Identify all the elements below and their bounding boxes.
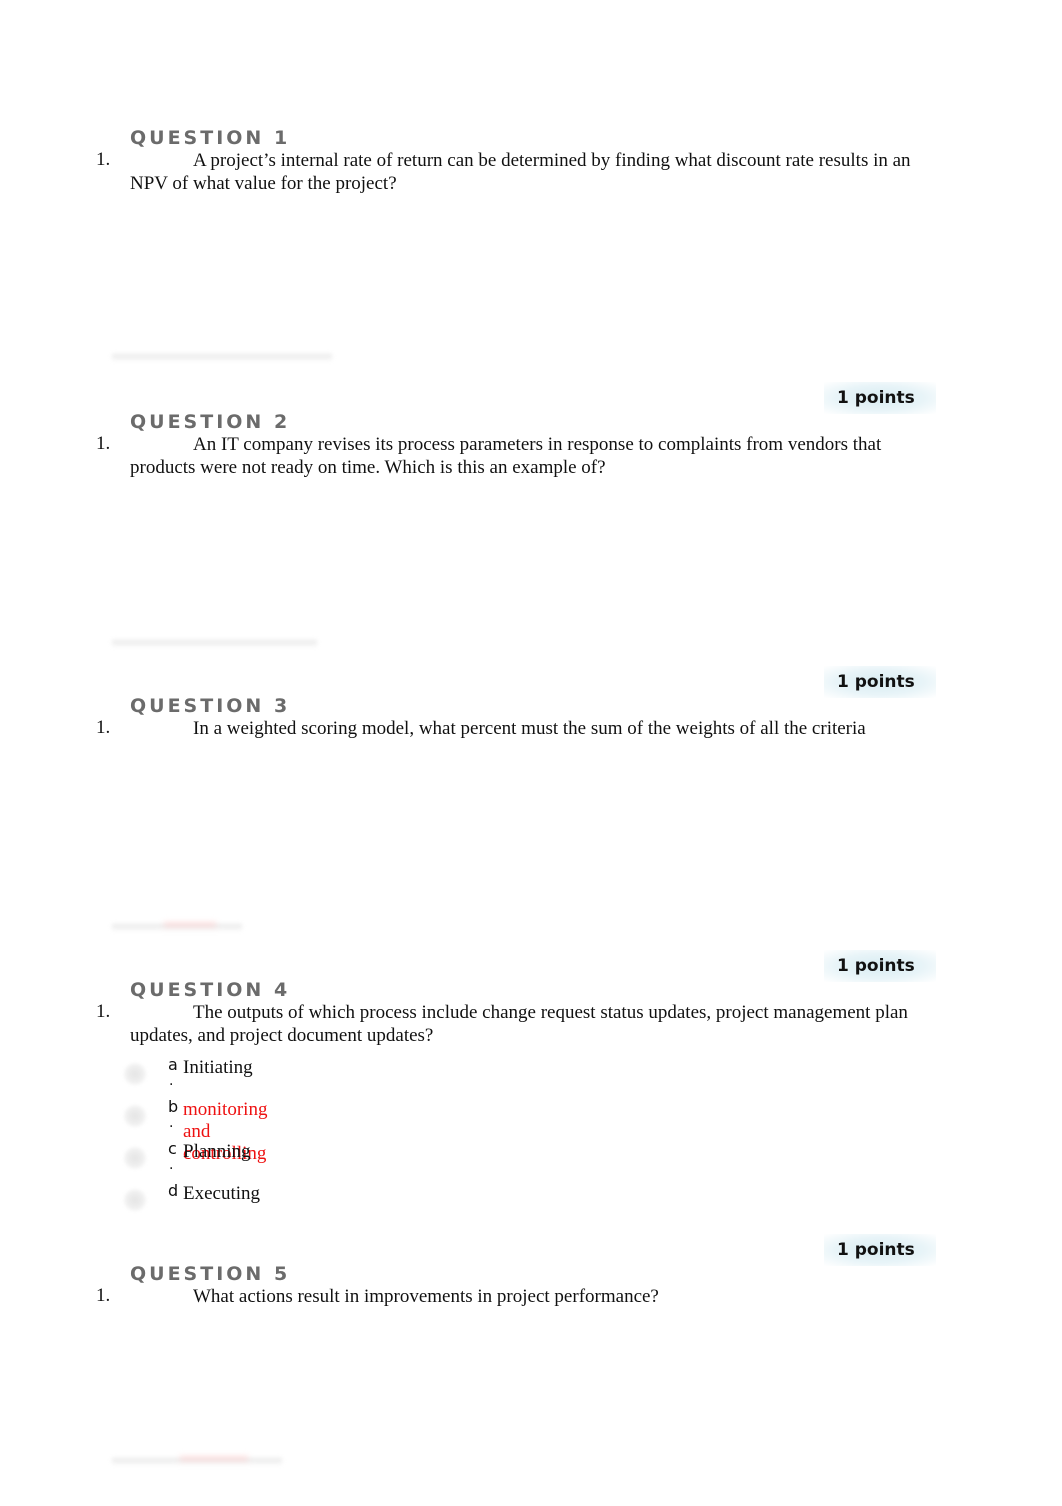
option-dot: . — [169, 1073, 174, 1089]
points-badge: 1 points — [824, 1234, 936, 1266]
blurred-answer-area — [112, 640, 317, 648]
question-title: QUESTION 1 — [130, 127, 291, 149]
question-title: QUESTION 4 — [130, 979, 291, 1001]
radio-button[interactable] — [124, 1063, 146, 1085]
option-text: Initiating — [183, 1057, 253, 1078]
question-text: An IT company revises its process parame… — [130, 434, 882, 478]
points-badge: 1 points — [824, 382, 936, 414]
option-text: Executing — [183, 1183, 261, 1204]
option-dot: . — [169, 1115, 174, 1131]
option-letter: a — [168, 1055, 178, 1074]
question-title: QUESTION 2 — [130, 411, 291, 433]
question-title: QUESTION 5 — [130, 1263, 291, 1285]
question-number: 1. — [96, 717, 111, 738]
blurred-answer-area — [112, 1458, 282, 1466]
option-dot: . — [169, 1157, 174, 1173]
blurred-answer-area — [112, 354, 332, 362]
option-letter: c — [168, 1139, 177, 1158]
option-letter: d — [168, 1181, 179, 1200]
points-badge: 1 points — [824, 666, 936, 698]
question-text: A project’s internal rate of return can … — [130, 150, 911, 194]
question-number: 1. — [96, 149, 111, 170]
radio-button[interactable] — [124, 1189, 146, 1211]
question-number: 1. — [96, 1001, 111, 1022]
question-number: 1. — [96, 1285, 111, 1306]
question-number: 1. — [96, 433, 111, 454]
question-text: The outputs of which process include cha… — [130, 1002, 908, 1046]
question-title: QUESTION 3 — [130, 695, 291, 717]
option-text: Planning — [183, 1141, 251, 1162]
quiz-document: QUESTION 1 1. A project’s internal rate … — [0, 0, 1062, 1506]
blurred-answer-area — [112, 924, 242, 932]
radio-button[interactable] — [124, 1105, 146, 1127]
question-text: What actions result in improvements in p… — [193, 1286, 659, 1307]
question-text: In a weighted scoring model, what percen… — [193, 718, 866, 739]
option-letter: b — [168, 1097, 179, 1116]
points-badge: 1 points — [824, 950, 936, 982]
radio-button[interactable] — [124, 1147, 146, 1169]
